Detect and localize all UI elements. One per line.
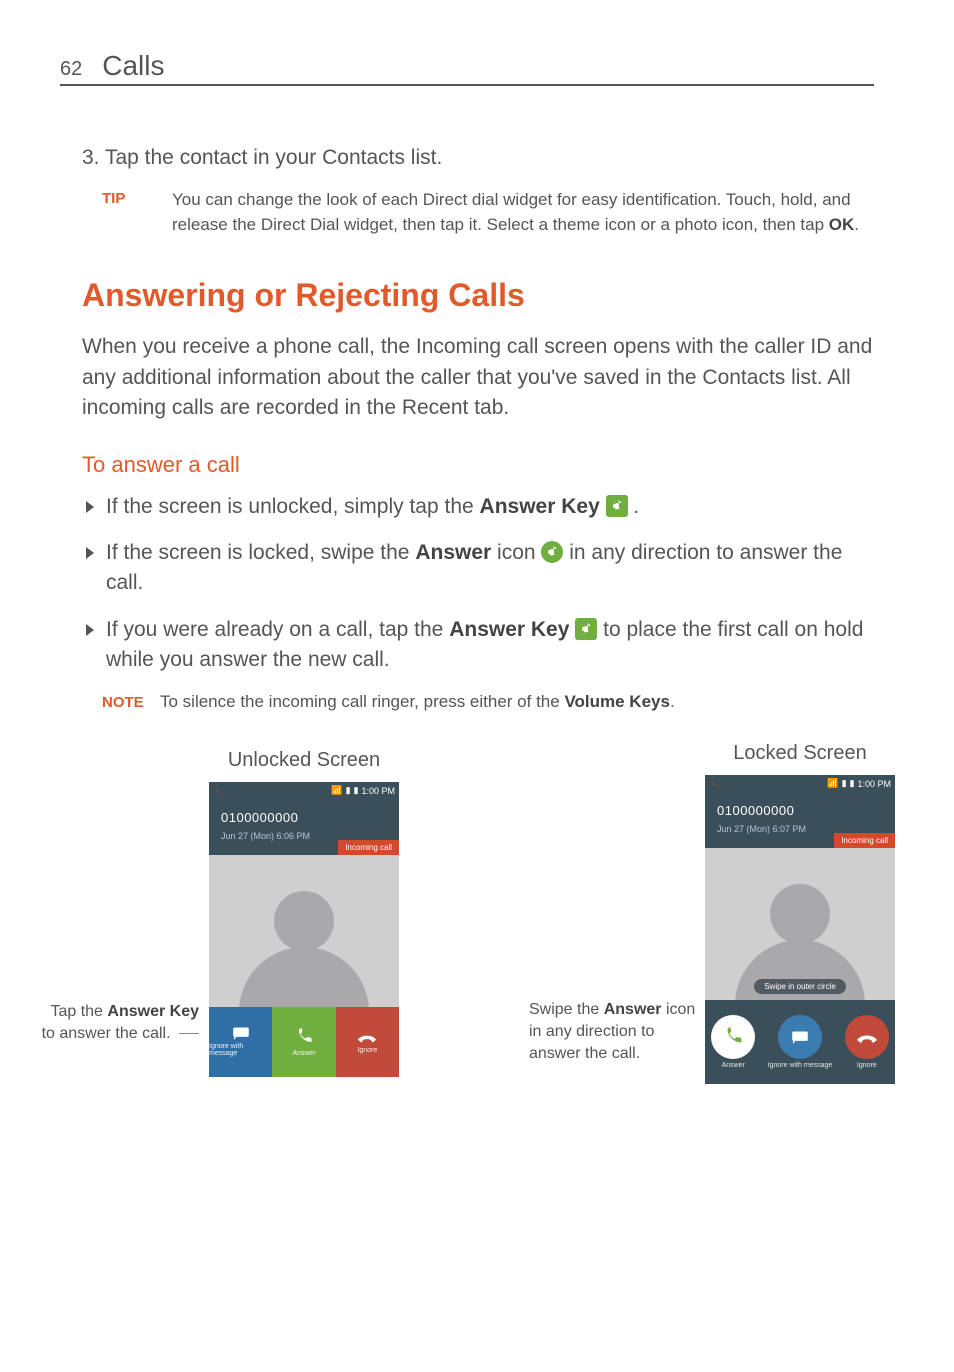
phone-locked: 📞 📶 ▮ ▮ 1:00 PM 0100000000 Jun 27 (Mon) … [705,775,895,1084]
cap2-key: Answer [604,1001,662,1018]
bullet-2: If the screen is locked, swipe the Answe… [86,538,874,599]
status-bar: 📞 📶 ▮ ▮ 1:00 PM [209,782,399,800]
b2-key: Answer [415,541,491,564]
intro-paragraph: When you receive a phone call, the Incom… [82,332,874,423]
status-bar: 📞 📶 ▮ ▮ 1:00 PM [705,775,895,793]
b1-key: Answer Key [480,495,600,518]
locked-button-row: Answer Ignore with message [705,1000,895,1084]
ignore-swipe-button[interactable]: Ignore [845,1015,889,1069]
cap1-pre: Tap the [50,1003,107,1020]
clock-text: 1:00 PM [857,779,891,789]
wifi-icon: 📶 [331,785,342,796]
b2-pre: If the screen is locked, swipe the [106,541,415,564]
note-label: NOTE [102,692,160,712]
ignore-with-message-button[interactable]: Ignore with message [209,1007,272,1077]
tip-text: You can change the look of each Direct d… [172,188,874,237]
avatar-area [209,855,399,1007]
tip-text-after: . [854,215,859,234]
b1-pre: If the screen is unlocked, simply tap th… [106,495,480,518]
signal-icon: ▮ [346,785,351,796]
tip-block: TIP You can change the look of each Dire… [102,188,874,237]
heading-to-answer: To answer a call [82,452,874,478]
tip-text-before: You can change the look of each Direct d… [172,190,851,234]
answer-key-icon [575,618,597,640]
phone-handset-icon: 📞 [709,778,720,789]
fig-title-locked: Locked Screen [733,742,866,765]
figures-row: Tap the Answer Key to answer the call. U… [60,742,874,1084]
cap2-pre: Swipe the [529,1001,604,1018]
message-icon [231,1026,251,1040]
bullet-triangle-icon [86,547,94,559]
caption-unlocked: Tap the Answer Key to answer the call. [39,781,199,1044]
battery-icon: ▮ [354,785,359,796]
figure-unlocked: Tap the Answer Key to answer the call. U… [39,742,399,1084]
btn-label: Ignore with message [768,1062,833,1069]
caller-block: 0100000000 Jun 27 (Mon) 6:06 PM Incoming… [209,800,399,855]
bullet-triangle-icon [86,624,94,636]
btn-label: Ignore [357,1047,377,1054]
b2-mid: icon [491,541,541,564]
answer-swipe-button[interactable]: Answer [711,1015,755,1069]
avatar-head-icon [274,891,334,951]
clock-text: 1:00 PM [361,786,395,796]
heading-answering-rejecting: Answering or Rejecting Calls [82,277,874,314]
incoming-call-tag: Incoming call [338,840,399,855]
avatar-body-icon [239,947,369,1007]
incoming-call-tag: Incoming call [834,833,895,848]
message-icon [790,1030,810,1044]
note-key: Volume Keys [564,692,670,711]
page-title: Calls [102,50,164,82]
wifi-icon: 📶 [827,778,838,789]
b3-pre: If you were already on a call, tap the [106,618,449,641]
cap1-post: to answer the call. [42,1025,171,1042]
bullet-1: If the screen is unlocked, simply tap th… [86,492,874,522]
step-3: 3. Tap the contact in your Contacts list… [82,146,874,170]
page-number: 62 [60,58,82,81]
avatar-area: Swipe in outer circle [705,848,895,1000]
caller-block: 0100000000 Jun 27 (Mon) 6:07 PM Incoming… [705,793,895,848]
btn-label: Ignore with message [209,1043,272,1057]
button-row: Ignore with message Answer Ignore [209,1007,399,1077]
page-header: 62 Calls [60,50,874,86]
document-page: 62 Calls 3. Tap the contact in your Cont… [0,0,954,1144]
caller-number: 0100000000 [221,810,387,825]
bullet-triangle-icon [86,501,94,513]
phone-icon [294,1027,314,1047]
caption-locked: Swipe the Answer icon in any direction t… [529,761,699,1064]
btn-label: Answer [722,1062,745,1069]
signal-icon: ▮ [842,778,847,789]
avatar-head-icon [770,884,830,944]
phone-handset-icon: 📞 [213,785,224,796]
fig-title-unlocked: Unlocked Screen [228,749,380,772]
figure-locked: Swipe the Answer icon in any direction t… [529,742,895,1084]
note-text: To silence the incoming call ringer, pre… [160,692,675,712]
btn-label: Ignore [857,1062,877,1069]
hangup-icon [855,1030,879,1044]
answer-circle-icon [541,541,563,563]
hangup-icon [356,1030,378,1044]
btn-label: Answer [292,1050,315,1057]
answer-button[interactable]: Answer [272,1007,335,1077]
battery-icon: ▮ [850,778,855,789]
caller-number: 0100000000 [717,803,883,818]
b1-post: . [628,495,640,518]
cap1-key: Answer Key [107,1003,199,1020]
leader-line [179,1033,199,1034]
b3-key: Answer Key [449,618,569,641]
note-post: . [670,692,675,711]
note-block: NOTE To silence the incoming call ringer… [102,692,874,712]
answer-key-icon [606,495,628,517]
ignore-button[interactable]: Ignore [336,1007,399,1077]
note-pre: To silence the incoming call ringer, pre… [160,692,564,711]
ignore-with-message-swipe-button[interactable]: Ignore with message [768,1015,833,1069]
phone-icon [722,1026,744,1048]
bullet-3: If you were already on a call, tap the A… [86,615,874,676]
swipe-hint: Swipe in outer circle [754,979,846,994]
tip-ok: OK [829,215,855,234]
phone-unlocked: 📞 📶 ▮ ▮ 1:00 PM 0100000000 Jun 27 (Mon) … [209,782,399,1077]
tip-label: TIP [102,188,172,237]
